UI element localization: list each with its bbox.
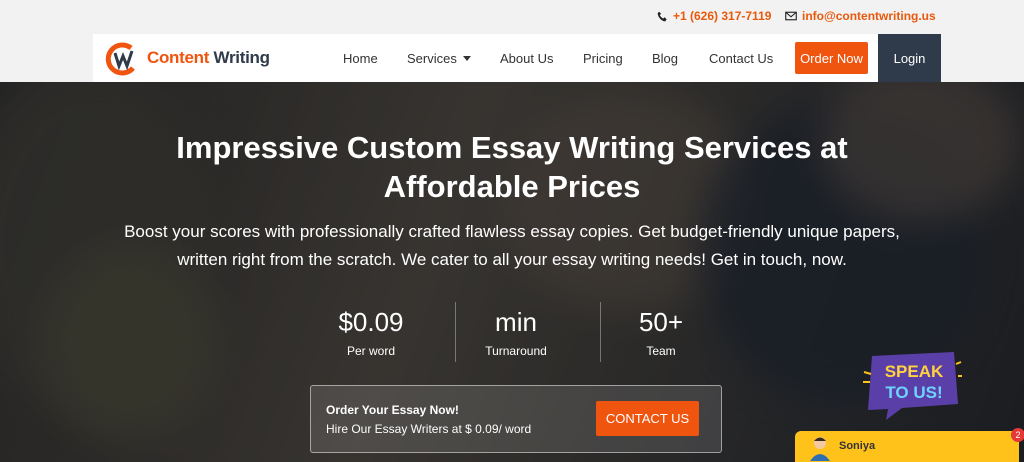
stat-price-value: $0.09	[338, 307, 404, 337]
stat-turnaround-value: min	[495, 307, 537, 337]
stat-price: $0.09 Per word	[301, 306, 441, 358]
speak-line-1: SPEAK	[885, 362, 944, 381]
brand-word-2: Writing	[213, 48, 270, 67]
cw-logo-icon	[105, 42, 135, 76]
subtitle-line-1: Boost your scores with professionally cr…	[124, 222, 900, 241]
subtitle-line-2: written right from the scratch. We cater…	[177, 250, 847, 269]
nav-home[interactable]: Home	[343, 34, 378, 82]
chat-unread-badge: 2	[1011, 428, 1024, 442]
speak-to-us-badge[interactable]: SPEAK TO US!	[862, 352, 962, 422]
contact-us-button[interactable]: CONTACT US	[596, 401, 699, 436]
stat-turnaround: min Turnaround	[446, 306, 586, 358]
phone-contact[interactable]: +1 (626) 317-7119	[657, 9, 771, 23]
caret-down-icon	[462, 55, 471, 61]
headline-line-1: Impressive Custom Essay Writing Services…	[176, 130, 848, 165]
nav-pricing[interactable]: Pricing	[583, 34, 623, 82]
brand-name: Content Writing	[147, 48, 270, 68]
nav-blog[interactable]: Blog	[652, 34, 678, 82]
hero-headline: Impressive Custom Essay Writing Services…	[0, 128, 1024, 206]
top-contact-bar: +1 (626) 317-7119 info@contentwriting.us	[0, 0, 1024, 34]
hero-subtitle: Boost your scores with professionally cr…	[0, 218, 1024, 274]
order-cta-box: Order Your Essay Now! Hire Our Essay Wri…	[310, 385, 722, 453]
phone-icon	[657, 11, 667, 21]
email-address[interactable]: info@contentwriting.us	[802, 9, 936, 23]
nav-about[interactable]: About Us	[500, 34, 553, 82]
cta-text: Hire Our Essay Writers at $ 0.09/ word	[326, 422, 532, 436]
order-now-button[interactable]: Order Now	[795, 42, 868, 74]
speech-bubble-icon: SPEAK TO US!	[863, 352, 962, 420]
cta-title: Order Your Essay Now!	[326, 403, 459, 417]
stat-team-label: Team	[646, 344, 676, 358]
phone-number[interactable]: +1 (626) 317-7119	[673, 9, 771, 23]
nav-services[interactable]: Services	[407, 34, 471, 82]
stat-turnaround-label: Turnaround	[485, 344, 547, 358]
nav-contact[interactable]: Contact Us	[709, 34, 773, 82]
login-button[interactable]: Login	[878, 34, 941, 82]
stat-team-value: 50+	[638, 307, 684, 337]
chat-agent-name: Soniya	[839, 440, 876, 452]
brand-logo[interactable]: Content Writing	[103, 40, 270, 76]
nav-services-label: Services	[407, 50, 457, 66]
brand-word-1: Content	[147, 48, 210, 67]
email-contact[interactable]: info@contentwriting.us	[785, 9, 936, 23]
stat-team: 50+ Team	[591, 306, 731, 358]
live-chat-bar[interactable]: Soniya	[795, 431, 1019, 462]
envelope-icon	[785, 11, 797, 21]
agent-avatar-icon	[810, 437, 830, 461]
speak-line-2: TO US!	[885, 383, 942, 402]
main-navbar: Content Writing Home Services About Us P…	[93, 34, 941, 82]
stat-price-label: Per word	[346, 344, 396, 358]
headline-line-2: Affordable Prices	[383, 169, 641, 204]
page: +1 (626) 317-7119 info@contentwriting.us…	[0, 0, 1024, 462]
